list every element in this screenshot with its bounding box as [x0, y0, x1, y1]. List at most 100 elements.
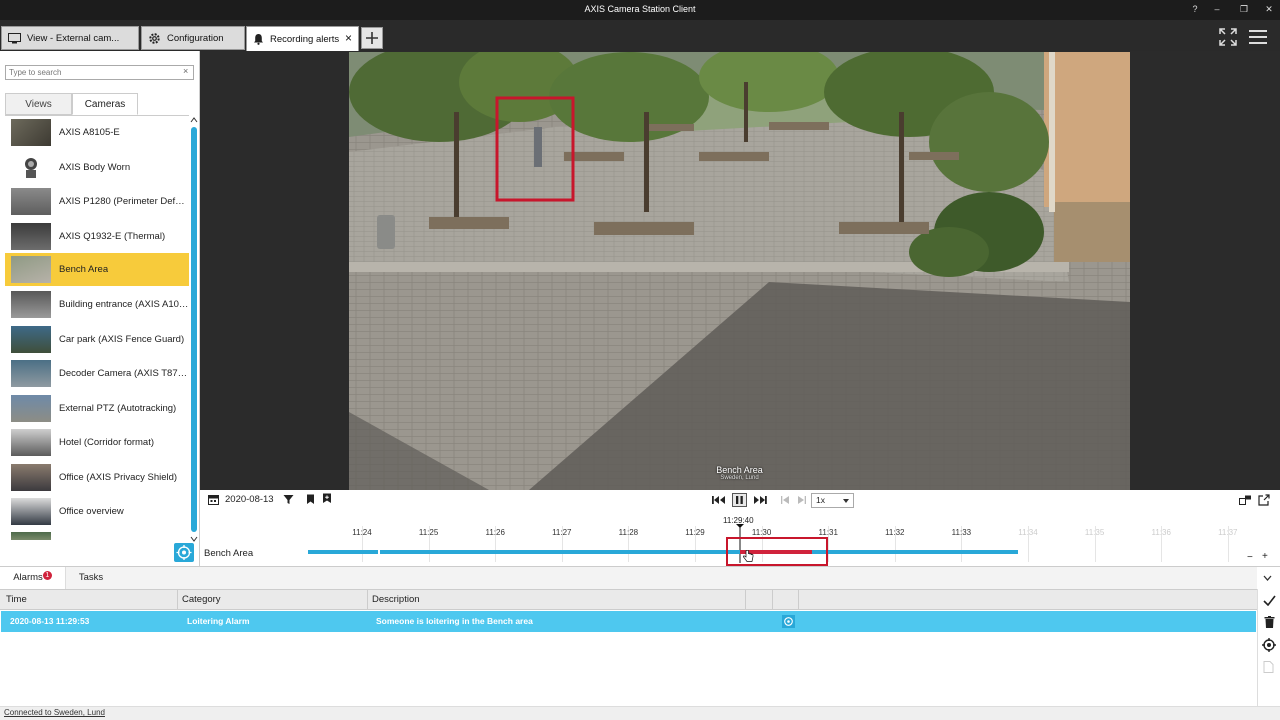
hamburger-menu-icon	[1249, 30, 1267, 44]
alarm-count-badge: 1	[42, 571, 52, 580]
clear-search-icon[interactable]: ×	[183, 66, 188, 76]
track-label: Bench Area	[204, 548, 254, 559]
column-category[interactable]: Category	[182, 594, 221, 605]
trash-icon[interactable]	[1264, 616, 1275, 628]
connection-status-link[interactable]: Connected to Sweden, Lund	[4, 708, 105, 717]
camera-item[interactable]: AXIS P1280 (Perimeter Defen...	[5, 185, 189, 218]
document-icon[interactable]	[1263, 661, 1274, 673]
zoom-in-button[interactable]: +	[1262, 551, 1268, 562]
scroll-down-icon[interactable]	[190, 535, 198, 543]
camera-item[interactable]	[5, 530, 189, 541]
camera-list-scrollbar[interactable]	[189, 115, 199, 545]
restore-button[interactable]: ❐	[1237, 2, 1251, 16]
camera-thumbnail	[11, 326, 51, 353]
tab-alarms[interactable]: Alarms 1	[0, 567, 66, 589]
timeline-tick-label: 11:35	[1084, 528, 1105, 537]
camera-label: Car park (AXIS Fence Guard)	[59, 334, 185, 345]
previous-frame-icon[interactable]	[781, 496, 790, 504]
add-tab-button[interactable]	[361, 27, 383, 49]
column-description[interactable]: Description	[372, 594, 420, 605]
tab-alarms-label: Alarms	[13, 572, 43, 583]
acknowledge-check-icon[interactable]	[1263, 595, 1276, 606]
camera-item[interactable]: Hotel (Corridor format)	[5, 426, 189, 459]
status-bar: Connected to Sweden, Lund	[0, 706, 1280, 720]
camera-item[interactable]: Decoder Camera (AXIS T8705)	[5, 357, 189, 390]
tab-label: View - External cam...	[27, 32, 120, 44]
filter-icon[interactable]	[283, 494, 294, 505]
chevron-down-icon	[843, 499, 849, 503]
next-frame-icon[interactable]	[797, 496, 806, 504]
video-camera-name: Bench Area	[716, 465, 763, 475]
popout-icon[interactable]	[1258, 494, 1270, 506]
camera-list: AXIS A8105-E AXIS Body Worn AXIS P1280 (…	[5, 115, 189, 541]
skip-forward-icon[interactable]	[753, 495, 767, 505]
camera-label: Building entrance (AXIS A1001)	[59, 299, 189, 310]
camera-item[interactable]: Office overview	[5, 495, 189, 528]
camera-item[interactable]: Office (AXIS Privacy Shield)	[5, 461, 189, 494]
playback-speed-select[interactable]: 1x	[811, 493, 854, 508]
timeline-tick-label: 11:31	[818, 528, 838, 537]
camera-thumbnail	[11, 256, 51, 283]
camera-item[interactable]: Bench Area	[5, 253, 189, 286]
column-time[interactable]: Time	[6, 594, 27, 605]
monitor-icon	[8, 32, 21, 43]
camera-item[interactable]: AXIS A8105-E	[5, 116, 189, 149]
close-tab-icon[interactable]: ×	[345, 31, 352, 45]
tab-configuration[interactable]: Configuration	[141, 26, 245, 50]
alarms-table-header: Time Category Description	[0, 589, 1257, 610]
main-menu-button[interactable]	[1247, 26, 1269, 48]
help-button[interactable]: ?	[1188, 2, 1202, 16]
timeline-tick-label: 11:24	[352, 528, 372, 537]
scroll-up-icon[interactable]	[190, 116, 198, 124]
video-area: Bench Area Sweden, Lund	[200, 51, 1280, 490]
search-input[interactable]: Type to search	[5, 65, 194, 80]
column-separator	[367, 590, 368, 610]
camera-item[interactable]: Car park (AXIS Fence Guard)	[5, 323, 189, 356]
camera-label: External PTZ (Autotracking)	[59, 403, 177, 414]
tab-tasks[interactable]: Tasks	[66, 567, 116, 589]
scrollbar-thumb[interactable]	[191, 127, 197, 532]
camera-label: Office overview	[59, 506, 124, 517]
tab-cameras[interactable]: Cameras	[72, 93, 138, 115]
alarm-target-icon[interactable]	[1262, 638, 1276, 652]
video-location: Sweden, Lund	[720, 475, 759, 481]
timeline-tick-label: 11:37	[1218, 528, 1238, 537]
camera-label: AXIS A8105-E	[59, 127, 120, 138]
tab-strip-fill	[116, 567, 1257, 589]
table-row[interactable]: 2020-08-13 11:29:53 Loitering Alarm Some…	[1, 611, 1256, 632]
tab-views[interactable]: Views	[5, 93, 72, 115]
timeline-tick-label: 11:26	[485, 528, 505, 537]
alarms-action-bar	[1257, 589, 1280, 707]
camera-item[interactable]: External PTZ (Autotracking)	[5, 392, 189, 425]
camera-item[interactable]: AXIS Body Worn	[5, 151, 189, 184]
playback-date[interactable]: 2020-08-13	[225, 494, 274, 505]
track-alarm-button[interactable]	[174, 543, 194, 562]
tab-bar: View - External cam... Configuration Rec…	[0, 20, 1280, 51]
pause-button[interactable]	[732, 493, 747, 507]
camera-label: AXIS Q1932-E (Thermal)	[59, 231, 166, 242]
export-icon[interactable]	[1239, 495, 1252, 505]
camera-thumbnail	[11, 223, 51, 250]
bookmark-icon[interactable]	[306, 494, 315, 505]
tab-recording-alerts[interactable]: Recording alerts ×	[246, 26, 359, 51]
camera-item[interactable]: Building entrance (AXIS A1001)	[5, 288, 189, 321]
left-panel: Type to search × Views Cameras AXIS A810…	[0, 51, 200, 566]
add-bookmark-icon[interactable]	[322, 493, 332, 504]
tab-view-external[interactable]: View - External cam...	[1, 26, 139, 50]
recording-segment[interactable]	[380, 550, 1018, 554]
minimize-button[interactable]: –	[1210, 2, 1224, 16]
hand-cursor-icon	[743, 550, 754, 562]
close-window-button[interactable]: ✕	[1262, 2, 1276, 16]
collapse-panel-icon[interactable]	[1263, 575, 1272, 581]
camera-item[interactable]: AXIS Q1932-E (Thermal)	[5, 220, 189, 253]
recording-segment[interactable]	[308, 550, 378, 554]
zoom-out-button[interactable]: −	[1247, 552, 1253, 563]
skip-back-icon[interactable]	[712, 495, 726, 505]
calendar-icon[interactable]	[208, 494, 219, 505]
alarm-target-icon[interactable]	[782, 615, 795, 628]
column-separator	[772, 590, 773, 610]
camera-label: Decoder Camera (AXIS T8705)	[59, 368, 189, 379]
fullscreen-button[interactable]	[1217, 26, 1239, 48]
camera-label: Office (AXIS Privacy Shield)	[59, 472, 178, 483]
video-feed[interactable]	[349, 52, 1130, 490]
